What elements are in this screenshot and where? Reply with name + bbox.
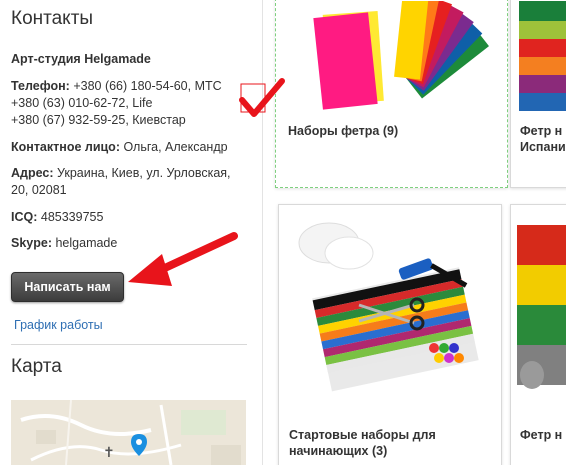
felt-rolls-image: [517, 225, 566, 389]
phone-block: Телефон: +380 (66) 180-54-60, МТС +380 (…: [11, 78, 222, 129]
phone-kyivstar: +380 (67) 932-59-25, Киевстар: [11, 113, 186, 127]
studio-name: Арт-студия Helgamade: [11, 52, 151, 66]
address-label: Адрес:: [11, 166, 54, 180]
work-schedule-link[interactable]: График работы: [14, 318, 103, 332]
product-name-line2[interactable]: начинающих: [289, 444, 369, 458]
contact-person-row: Контактное лицо: Ольга, Александр: [11, 139, 251, 156]
contact-person-value: Ольга, Александр: [123, 140, 228, 154]
product-title[interactable]: Стартовые наборы для начинающих (3): [289, 427, 436, 459]
product-title[interactable]: Наборы фетра (9): [288, 123, 398, 139]
contacts-heading: Контакты: [11, 8, 94, 29]
skype-value: helgamade: [55, 236, 118, 250]
write-us-button[interactable]: Написать нам: [11, 272, 124, 302]
map-canvas: ✝: [11, 400, 246, 465]
icq-value: 485339755: [40, 210, 104, 224]
product-title[interactable]: Фетр н: [520, 427, 562, 443]
product-name-line1[interactable]: Стартовые наборы для: [289, 427, 436, 443]
contacts-sidebar: Контакты Арт-студия Helgamade Телефон: +…: [0, 0, 258, 465]
column-divider: [262, 0, 263, 465]
phone-life: +380 (63) 010-62-72, Life: [11, 96, 153, 110]
product-name-line1[interactable]: Фетр н: [520, 123, 566, 139]
address-line2: 20, 02081: [11, 183, 67, 197]
location-map[interactable]: ✝: [11, 400, 246, 465]
product-count: (3): [371, 444, 388, 458]
phone-label: Телефон:: [11, 79, 70, 93]
product-name-line2[interactable]: Испани: [520, 139, 566, 155]
contact-person-label: Контактное лицо:: [11, 140, 120, 154]
starter-sets-image: [298, 222, 479, 392]
icq-label: ICQ:: [11, 210, 38, 224]
address-row: Адрес: Украина, Киев, ул. Урловская, 20,…: [11, 165, 251, 199]
product-card-spanish-felt[interactable]: Фетр н Испани: [510, 0, 566, 188]
skype-label: Skype:: [11, 236, 52, 250]
product-count: (9): [382, 124, 399, 138]
icq-row: ICQ: 485339755: [11, 209, 251, 226]
product-title[interactable]: Фетр н Испани: [520, 123, 566, 155]
skype-row: Skype: helgamade: [11, 235, 251, 252]
felt-sets-image: [313, 1, 489, 110]
church-icon: ✝: [103, 445, 115, 461]
phone-mts: +380 (66) 180-54-60, МТС: [73, 79, 222, 93]
product-name-line1[interactable]: Фетр н: [520, 427, 562, 443]
address-line1: Украина, Киев, ул. Урловская,: [56, 166, 231, 180]
product-name[interactable]: Наборы фетра: [288, 124, 379, 138]
spanish-felt-image: [519, 1, 566, 111]
product-card-starter-sets[interactable]: Стартовые наборы для начинающих (3): [278, 204, 502, 465]
product-card-felt-rolls[interactable]: Фетр н: [510, 204, 566, 465]
sidebar-divider: [11, 344, 247, 345]
product-card-felt-sets[interactable]: Наборы фетра (9): [275, 0, 508, 188]
map-heading: Карта: [11, 356, 62, 377]
